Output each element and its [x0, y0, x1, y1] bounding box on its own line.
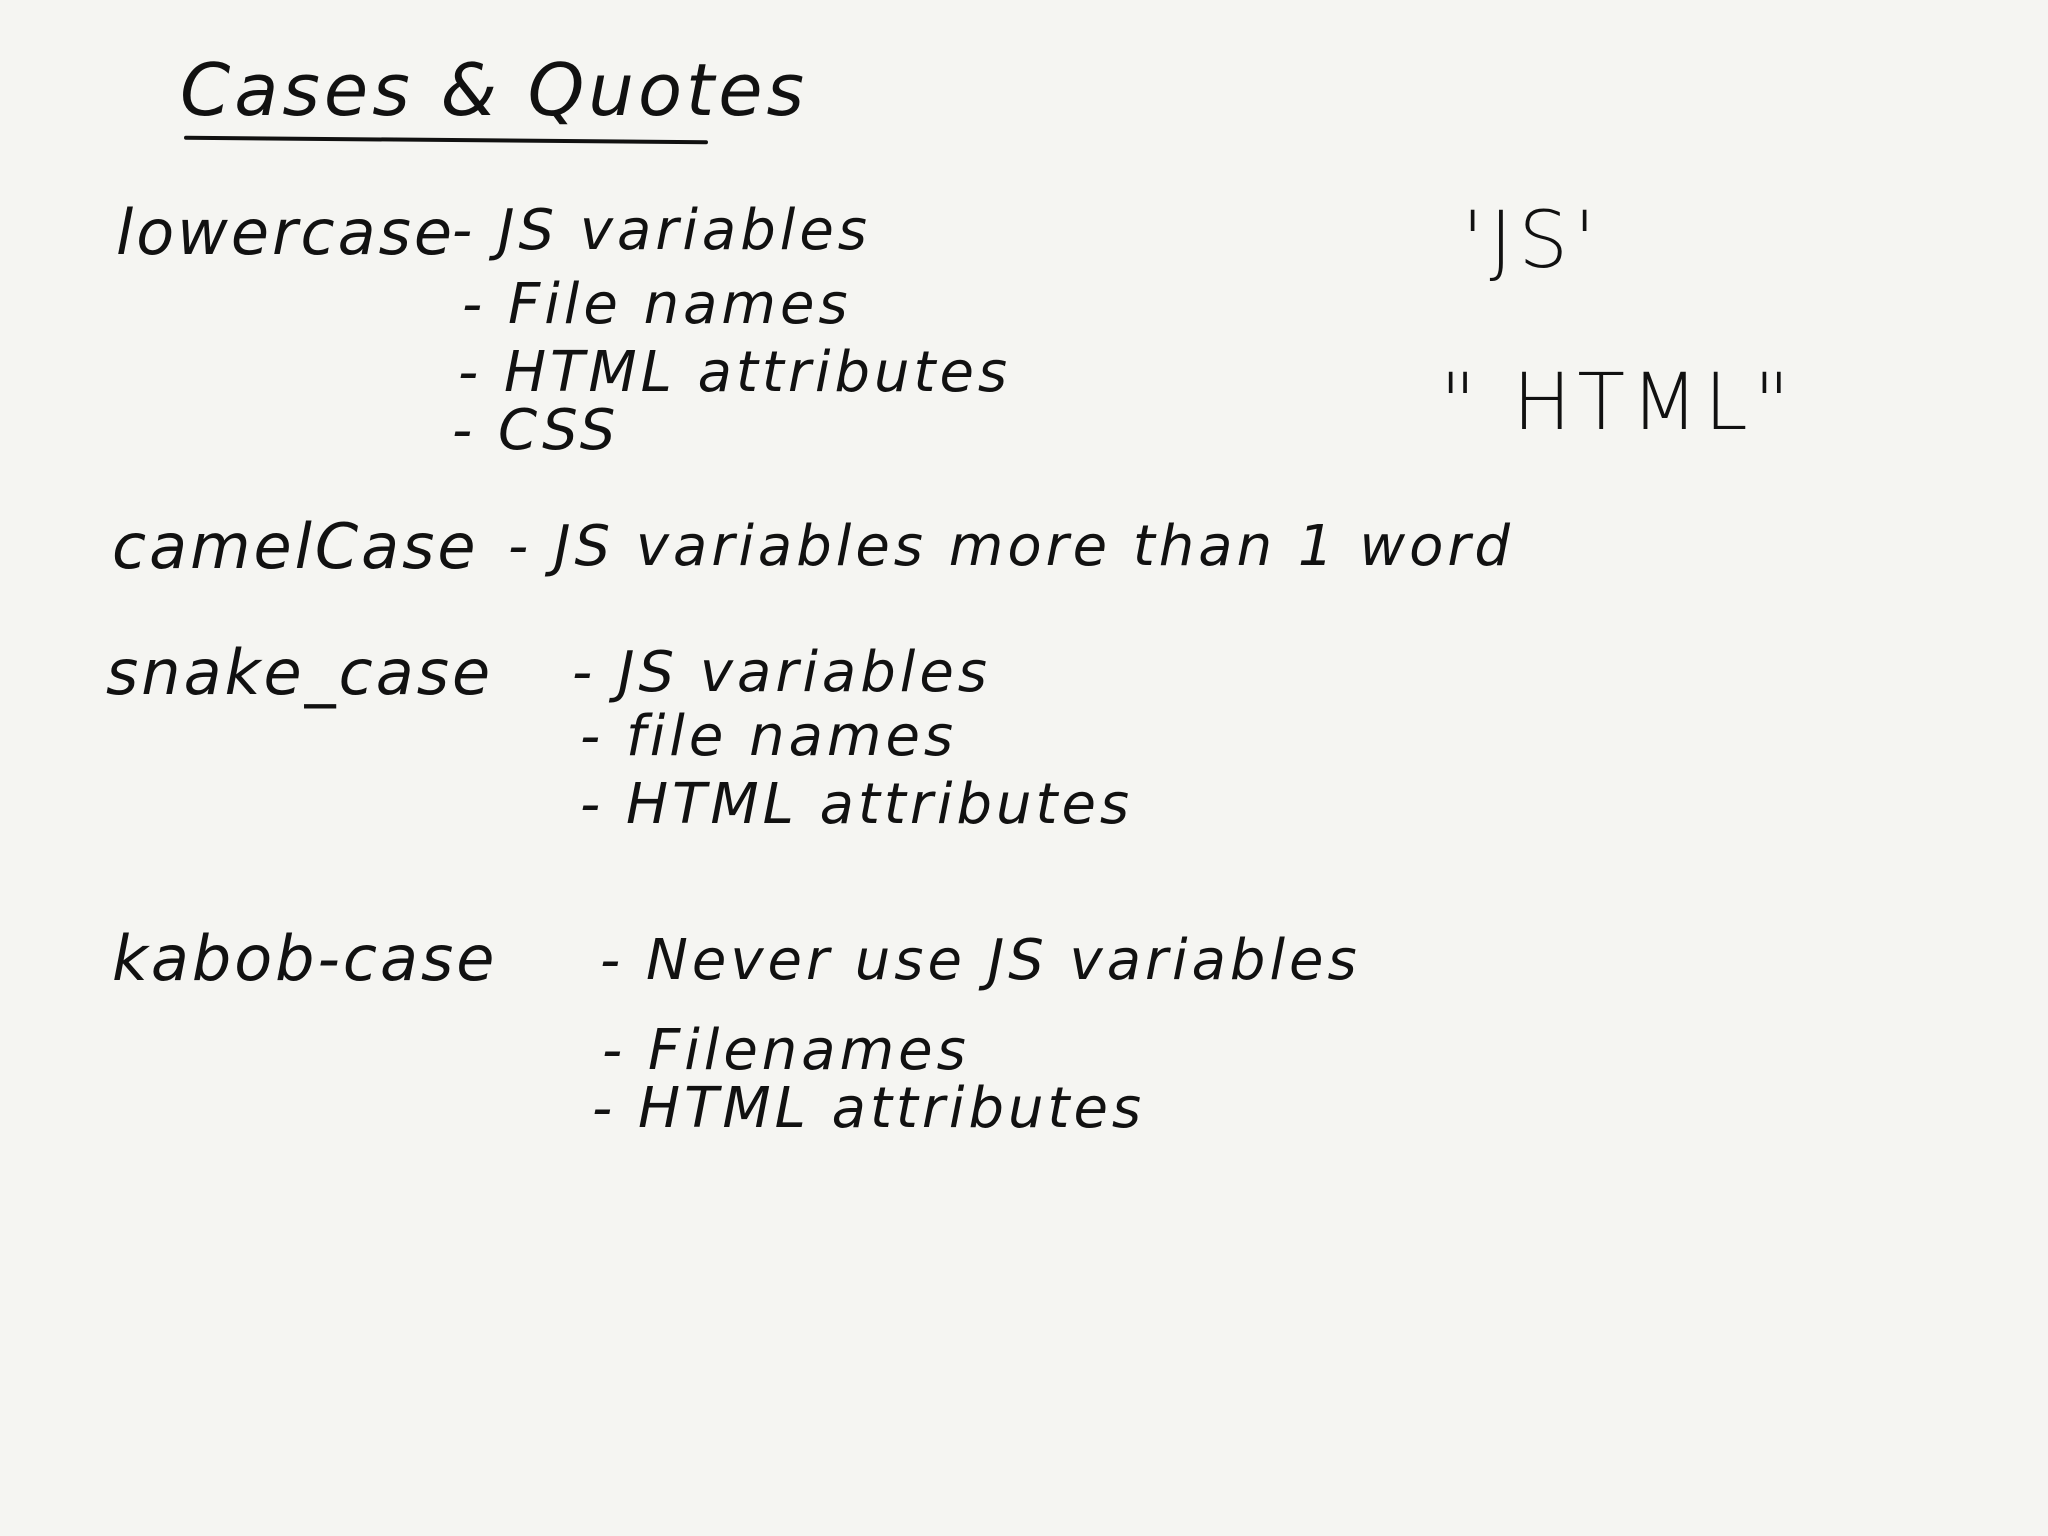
title-underline — [183, 135, 709, 145]
use-item: - Never use JS variables — [600, 928, 1361, 993]
use-item: - JS variables — [572, 640, 991, 705]
case-name-lowercase: lowercase — [116, 196, 456, 269]
note-canvas: Cases & Quotes lowercase - JS variables … — [0, 0, 2048, 1536]
use-item: - JS variables — [452, 198, 871, 263]
use-item: - JS variables more than 1 word — [508, 514, 1514, 579]
double-quote-example: " HTML" — [1440, 358, 1796, 448]
single-quote-example: 'JS' — [1462, 196, 1602, 286]
page-title: Cases & Quotes — [180, 48, 809, 132]
use-item: - file names — [580, 704, 958, 769]
case-name-snakecase: snake_case — [106, 636, 494, 709]
case-name-kabobcase: kabob-case — [112, 922, 498, 995]
use-item: - HTML attributes — [580, 772, 1134, 837]
use-item: - HTML attributes — [458, 340, 1012, 405]
use-item: - File names — [462, 272, 852, 337]
case-name-camelcase: camelCase — [112, 510, 479, 583]
use-item: - HTML attributes — [592, 1076, 1146, 1141]
use-item: - CSS — [452, 398, 620, 463]
use-item: - Filenames — [602, 1018, 970, 1083]
